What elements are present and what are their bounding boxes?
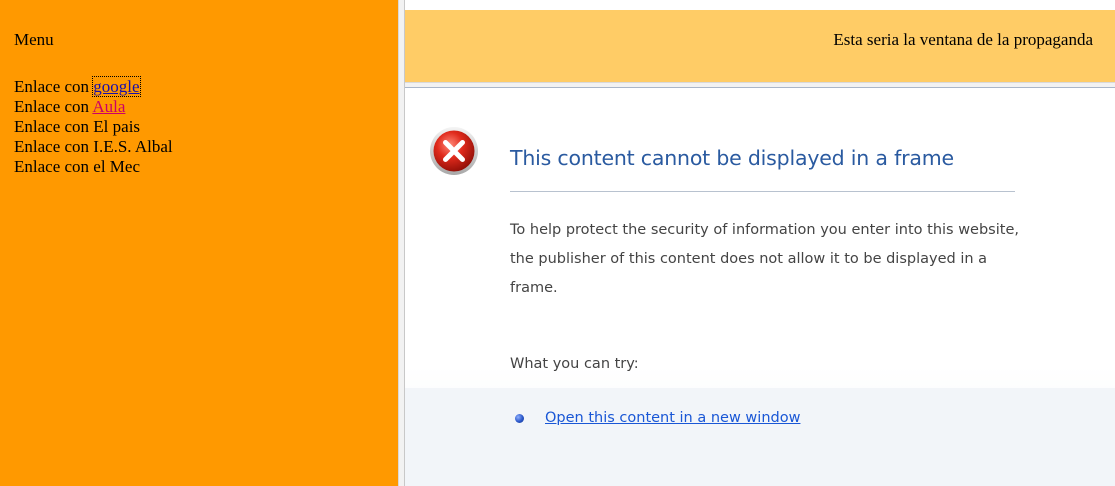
menu-item-google: Enlace con google — [14, 76, 398, 97]
menu-item-aula: Enlace con Aula — [14, 97, 398, 117]
try-band — [405, 388, 1115, 486]
menu-item-ies-albal: Enlace con I.E.S. Albal — [14, 137, 398, 157]
try-heading: What you can try: — [510, 356, 639, 372]
menu-item-text: Enlace con El pais — [14, 117, 141, 136]
error-x-icon — [430, 127, 478, 175]
error-title: This content cannot be displayed in a fr… — [510, 146, 954, 170]
menu-list: Enlace con google Enlace con Aula Enlace… — [14, 76, 398, 177]
menu-item-text: Enlace con I.E.S. Albal — [14, 137, 173, 156]
title-divider — [510, 191, 1015, 192]
ad-frame-text: Esta seria la ventana de la propaganda — [833, 30, 1093, 49]
bullet-icon — [515, 413, 524, 423]
menu-item-text: Enlace con el Mec — [14, 157, 141, 176]
error-description: To help protect the security of informat… — [510, 222, 1019, 296]
link-google[interactable]: google — [92, 76, 141, 97]
menu-item-el-pais: Enlace con El pais — [14, 117, 398, 137]
top-strip — [405, 0, 1115, 10]
menu-item-prefix: Enlace con — [14, 97, 93, 116]
try-item-open-new-window: Open this content in a new window — [515, 410, 800, 426]
menu-title: Menu — [14, 30, 54, 49]
menu-item-prefix: Enlace con — [14, 77, 94, 96]
menu-item-mec: Enlace con el Mec — [14, 157, 398, 177]
ad-frame: Esta seria la ventana de la propaganda — [405, 10, 1115, 82]
error-frame: This content cannot be displayed in a fr… — [405, 88, 1115, 486]
menu-frame: Menu Enlace con google Enlace con Aula E… — [0, 0, 398, 486]
open-new-window-link[interactable]: Open this content in a new window — [545, 410, 800, 426]
vertical-frame-splitter[interactable] — [398, 0, 405, 486]
link-aula[interactable]: Aula — [92, 97, 125, 116]
